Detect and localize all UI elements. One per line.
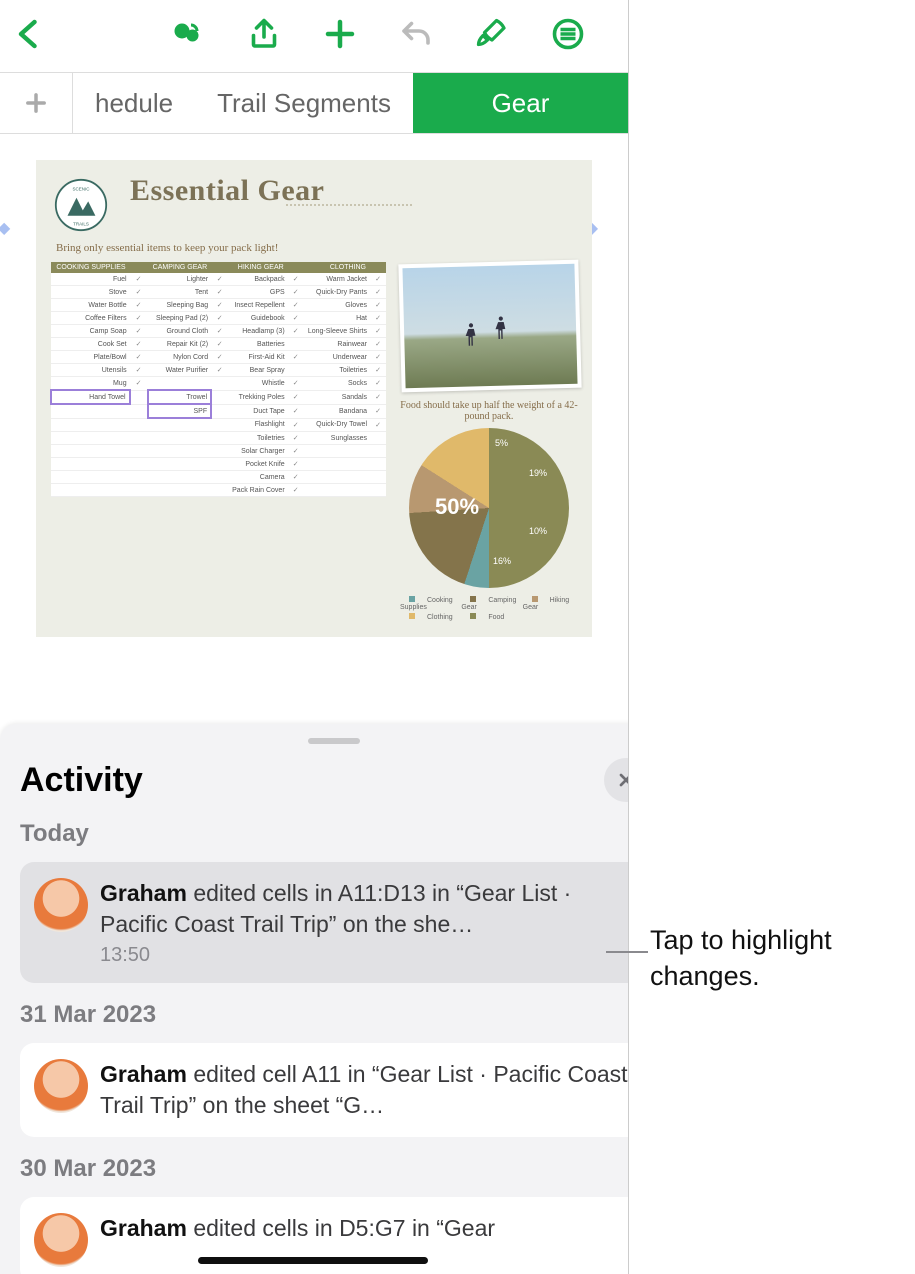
avatar [34, 1213, 88, 1267]
logo-icon: SCENIC TRAILS [54, 178, 108, 232]
table-row: Mug✓Whistle✓Socks✓ [51, 377, 386, 391]
table-row: Cook Set✓Repair Kit (2)✓BatteriesRainwea… [51, 338, 386, 351]
toolbar [0, 0, 628, 72]
share-icon[interactable] [246, 16, 282, 57]
table-row: Plate/Bowl✓Nylon Cord✓First-Aid Kit✓Unde… [51, 351, 386, 364]
photo [398, 260, 581, 393]
app-frame: hedule Trail Segments Gear ◆ ◆ SCENICTRA… [0, 0, 628, 1274]
svg-text:TRAILS: TRAILS [73, 222, 89, 227]
collaborate-icon[interactable] [170, 16, 206, 57]
table-row: Camp Soap✓Ground Cloth✓Headlamp (3)✓Long… [51, 325, 386, 338]
activity-text: Graham edited cell A11 in “Gear List · P… [100, 1059, 628, 1121]
more-icon[interactable] [626, 16, 628, 57]
table-row: Flashlight✓Quick-Dry Towel✓ [51, 418, 386, 432]
add-icon[interactable] [322, 16, 358, 57]
date-header: Today [20, 820, 628, 848]
table-row: Pocket Knife✓ [51, 458, 386, 471]
callout-text: Tap to highlight changes. [650, 922, 915, 995]
table-row: Camera✓ [51, 471, 386, 484]
activity-title: Activity [20, 761, 143, 800]
gear-table[interactable]: COOKING SUPPLIESCAMPING GEARHIKING GEARC… [50, 262, 386, 497]
home-indicator[interactable] [198, 1257, 428, 1264]
table-row: Utensils✓Water Purifier✓Bear SprayToilet… [51, 364, 386, 377]
tab-schedule[interactable]: hedule [73, 73, 195, 133]
sheet-tabs: hedule Trail Segments Gear [0, 72, 628, 134]
table-row: Hand TowelTrowelTrekking Poles✓Sandals✓ [51, 390, 386, 404]
table-row: Toiletries✓Sunglasses [51, 432, 386, 445]
view-options-icon[interactable] [550, 16, 586, 57]
pie-chart: 50% 5% 19% 10% 16% [409, 428, 569, 588]
date-header: 31 Mar 2023 [20, 1001, 628, 1029]
drawer-grip[interactable] [308, 738, 360, 744]
spreadsheet-content: SCENIC TRAILS Essential Gear Bring only e… [36, 160, 592, 637]
brush-icon[interactable] [474, 16, 510, 57]
table-row: Fuel✓Lighter✓Backpack✓Warm Jacket✓ [51, 273, 386, 286]
date-header: 30 Mar 2023 [20, 1155, 628, 1183]
divider [286, 204, 412, 206]
chart-legend: Cooking Supplies Camping Gear Hiking Gea… [400, 596, 578, 621]
avatar [34, 1059, 88, 1113]
subtitle: Bring only essential items to keep your … [56, 242, 578, 254]
undo-icon [398, 16, 434, 57]
close-icon[interactable] [604, 758, 628, 802]
table-row: Stove✓Tent✓GPS✓Quick-Dry Pants✓ [51, 286, 386, 299]
table-row: Coffee Filters✓Sleeping Pad (2)✓Guideboo… [51, 312, 386, 325]
activity-text: Graham edited cells in A11:D13 in “Gear … [100, 878, 628, 940]
add-sheet-button[interactable] [0, 73, 73, 133]
table-row: SPFDuct Tape✓Bandana✓ [51, 404, 386, 418]
activity-text: Graham edited cells in D5:G7 in “Gear [100, 1213, 495, 1244]
callout-line [606, 951, 648, 953]
activity-time: 13:50 [100, 944, 628, 967]
table-row: Water Bottle✓Sleeping Bag✓Insect Repelle… [51, 299, 386, 312]
tab-trail-segments[interactable]: Trail Segments [195, 73, 413, 133]
back-icon[interactable] [12, 16, 48, 57]
svg-text:SCENIC: SCENIC [72, 187, 90, 192]
table-row: Pack Rain Cover✓ [51, 484, 386, 497]
table-row: Solar Charger✓ [51, 445, 386, 458]
canvas[interactable]: ◆ ◆ SCENICTRAILS Essential Gear Bring on… [0, 134, 628, 663]
tab-gear[interactable]: Gear [413, 73, 628, 133]
activity-item[interactable]: Graham edited cell A11 in “Gear List · P… [20, 1043, 628, 1137]
chart-caption: Food should take up half the weight of a… [400, 400, 578, 422]
page-title: Essential Gear [130, 174, 578, 208]
activity-panel: Activity Today Graham edited cells in A1… [0, 724, 628, 1274]
activity-item-selected[interactable]: Graham edited cells in A11:D13 in “Gear … [20, 862, 628, 983]
avatar [34, 878, 88, 932]
